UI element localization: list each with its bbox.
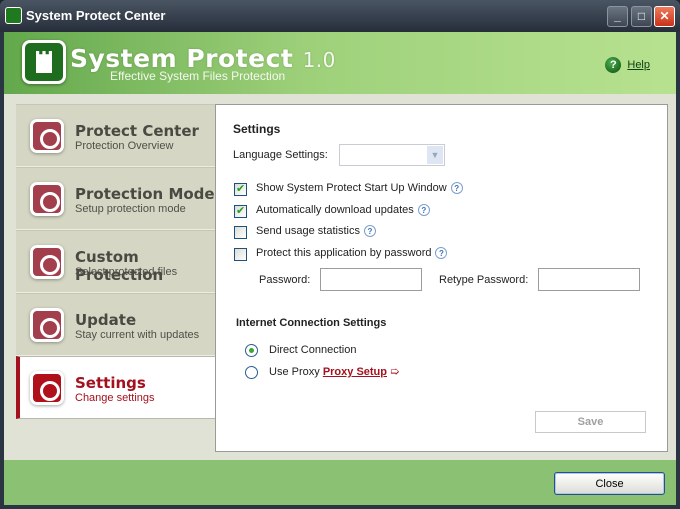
proxy-setup-link[interactable]: Proxy Setup bbox=[323, 366, 387, 378]
direct-connection-radio[interactable] bbox=[245, 344, 258, 357]
option-label: Automatically download updates bbox=[256, 204, 414, 216]
help-icon[interactable]: ? bbox=[417, 204, 430, 217]
save-button[interactable]: Save bbox=[535, 411, 646, 433]
option-label: Send usage statistics bbox=[256, 225, 360, 237]
settings-heading: Settings bbox=[233, 122, 281, 136]
shield-icon bbox=[30, 182, 64, 216]
language-select[interactable]: ▼ bbox=[339, 144, 445, 166]
password-label: Password: bbox=[259, 274, 311, 286]
sidebar-item-subtitle: Change settings bbox=[75, 392, 155, 404]
option-label: Show System Protect Start Up Window bbox=[256, 182, 447, 194]
tagline: Effective System Files Protection bbox=[110, 69, 286, 83]
sidebar-item-settings[interactable]: Settings Change settings bbox=[16, 356, 216, 419]
retype-password-input[interactable] bbox=[538, 268, 640, 291]
help-icon[interactable]: ? bbox=[605, 57, 622, 73]
internet-settings-heading: Internet Connection Settings bbox=[236, 317, 387, 329]
usage-stats-checkbox[interactable] bbox=[234, 226, 247, 239]
help-icon[interactable]: ? bbox=[435, 247, 448, 260]
password-input[interactable] bbox=[320, 268, 422, 291]
language-label: Language Settings: bbox=[233, 149, 328, 161]
password-protect-checkbox[interactable] bbox=[234, 248, 247, 261]
password-protect-label: Protect this application by password? bbox=[256, 247, 448, 260]
use-proxy-text: Use Proxy bbox=[269, 366, 320, 378]
sidebar-item-update[interactable]: Update Stay current with updates bbox=[16, 293, 216, 356]
retype-password-label: Retype Password: bbox=[439, 274, 529, 286]
target-icon bbox=[30, 119, 64, 153]
app-icon bbox=[5, 7, 22, 24]
use-proxy-label: Use Proxy Proxy Setup ➯ bbox=[269, 365, 399, 378]
minimize-button[interactable]: _ bbox=[607, 6, 628, 27]
sidebar-item-title: Update bbox=[75, 311, 137, 329]
option-label: Protect this application by password bbox=[256, 247, 432, 259]
settings-panel: Settings Language Settings: ▼ Show Syste… bbox=[215, 104, 668, 452]
sidebar-item-title: Protect Center bbox=[75, 122, 199, 140]
window-title: System Protect Center bbox=[26, 8, 166, 23]
sidebar-item-subtitle: Protection Overview bbox=[75, 140, 174, 152]
help-icon[interactable]: ? bbox=[450, 182, 463, 195]
sidebar-item-protect-center[interactable]: Protect Center Protection Overview bbox=[16, 104, 216, 167]
arrow-right-icon[interactable]: ➯ bbox=[390, 366, 399, 378]
sidebar-item-subtitle: Stay current with updates bbox=[75, 329, 200, 341]
maximize-button[interactable]: □ bbox=[631, 6, 652, 27]
sidebar-item-protection-mode[interactable]: Protection Mode Setup protection mode bbox=[16, 167, 216, 230]
sidebar-item-subtitle: Select protected files bbox=[75, 266, 178, 278]
auto-update-label: Automatically download updates? bbox=[256, 204, 430, 217]
help-link-group[interactable]: ? Help bbox=[605, 57, 650, 73]
startup-window-checkbox[interactable] bbox=[234, 182, 247, 196]
close-button[interactable]: Close bbox=[554, 472, 665, 495]
startup-window-label: Show System Protect Start Up Window? bbox=[256, 182, 463, 195]
gears-icon bbox=[30, 371, 64, 405]
sidebar-item-title: Protection Mode bbox=[75, 185, 215, 203]
main-body: Protect Center Protection Overview Prote… bbox=[4, 94, 676, 460]
auto-update-checkbox[interactable] bbox=[234, 204, 247, 218]
chevron-down-icon[interactable]: ▼ bbox=[427, 146, 443, 164]
sidebar: Protect Center Protection Overview Prote… bbox=[16, 104, 216, 419]
help-link[interactable]: Help bbox=[627, 59, 650, 71]
sidebar-item-custom-protection[interactable]: Custom Protection Select protected files bbox=[16, 230, 216, 293]
usage-stats-label: Send usage statistics? bbox=[256, 225, 376, 238]
sidebar-item-subtitle: Setup protection mode bbox=[75, 203, 186, 215]
help-icon[interactable]: ? bbox=[363, 225, 376, 238]
sidebar-item-title: Settings bbox=[75, 374, 146, 392]
direct-connection-label: Direct Connection bbox=[269, 344, 357, 356]
header-banner: System Protect 1.0 Effective System File… bbox=[4, 32, 676, 94]
castle-logo-icon bbox=[22, 40, 66, 84]
download-arrow-icon bbox=[30, 308, 64, 342]
title-bar[interactable]: System Protect Center _ □ ✕ bbox=[0, 0, 680, 32]
app-window: System Protect Center _ □ ✕ System Prote… bbox=[0, 0, 680, 509]
use-proxy-radio[interactable] bbox=[245, 366, 258, 379]
footer-bar: Close bbox=[4, 460, 676, 505]
close-window-button[interactable]: ✕ bbox=[654, 6, 675, 27]
user-file-icon bbox=[30, 245, 64, 279]
brand-version: 1.0 bbox=[302, 48, 336, 72]
